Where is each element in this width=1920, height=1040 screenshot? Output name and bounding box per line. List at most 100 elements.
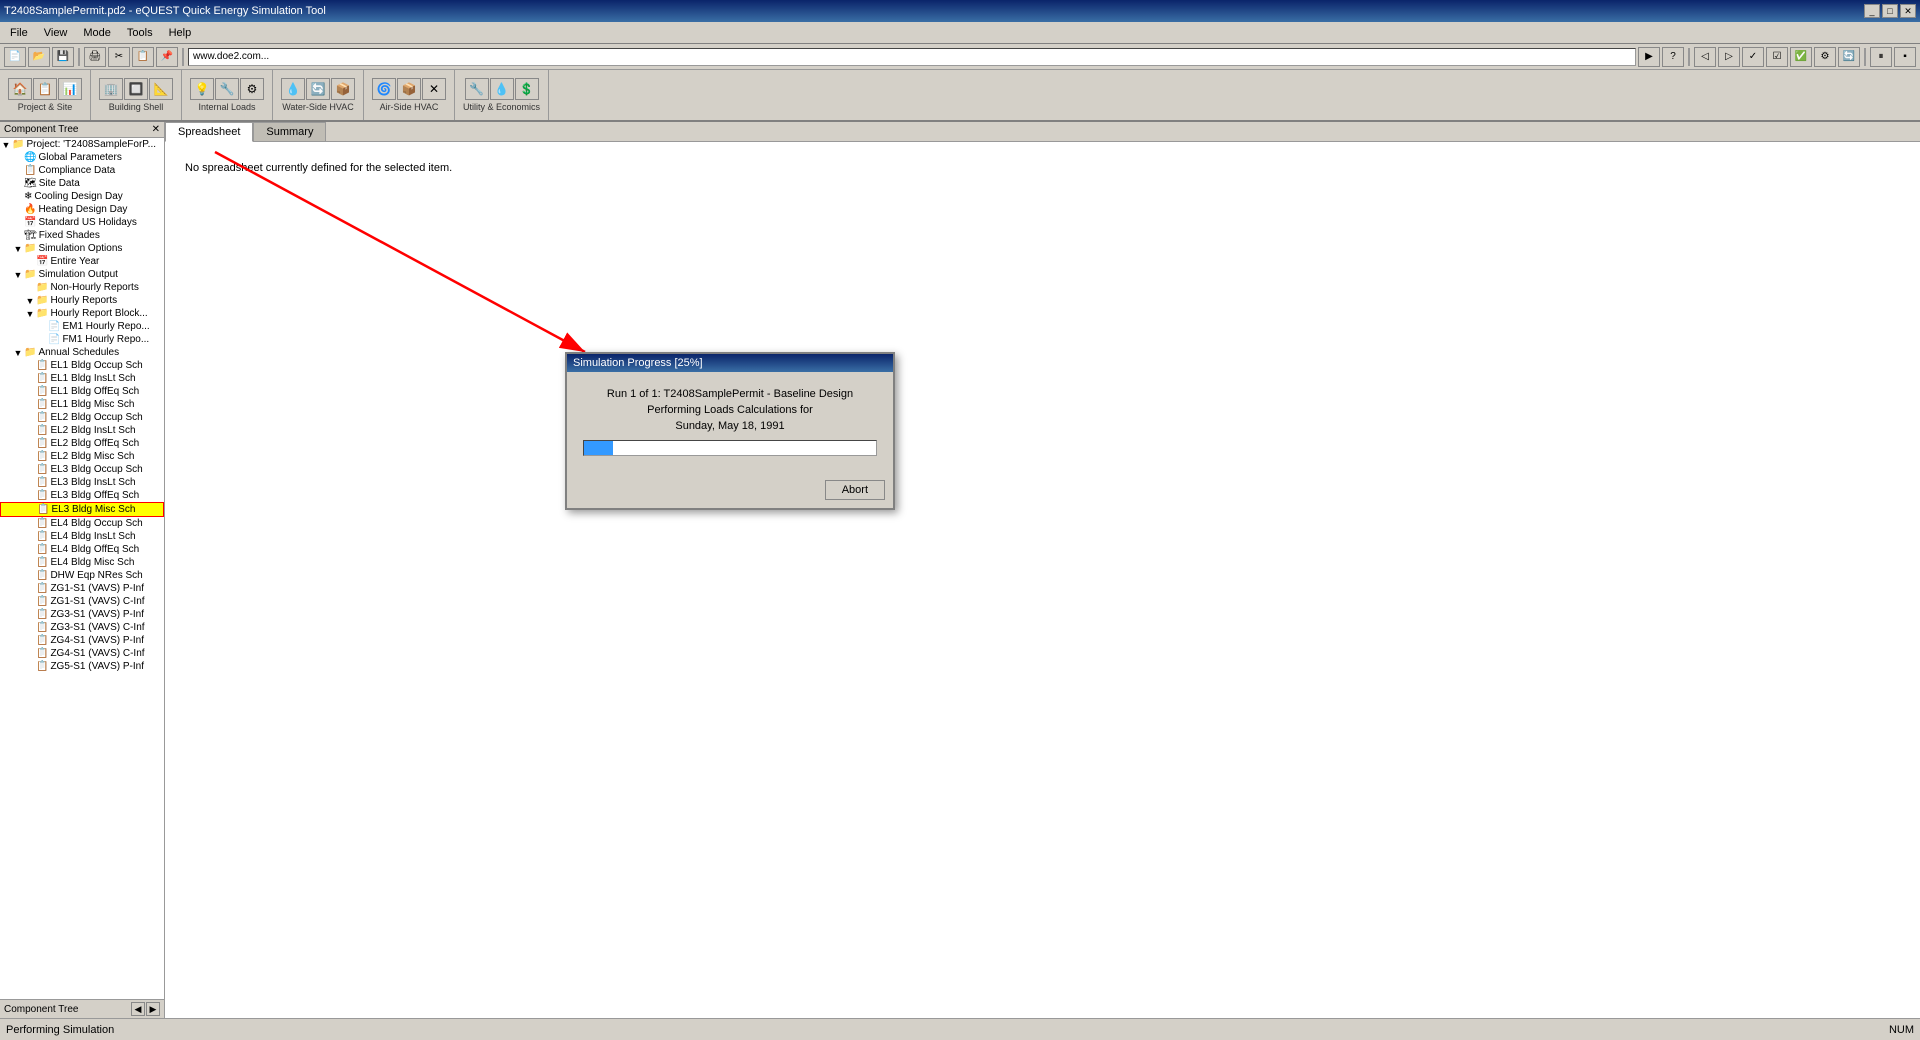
tree-item-holidays[interactable]: 📅Standard US Holidays — [0, 216, 164, 229]
toolbar-b4[interactable]: ☑ — [1766, 47, 1788, 67]
toolbar-air-btn3[interactable]: ✕ — [422, 78, 446, 100]
nav-left[interactable]: ◀ — [131, 1002, 145, 1016]
tree-item-el1occup[interactable]: 📋EL1 Bldg Occup Sch — [0, 359, 164, 372]
toolbar-b3[interactable]: ✓ — [1742, 47, 1764, 67]
tree-item-el1inslt[interactable]: 📋EL1 Bldg InsLt Sch — [0, 372, 164, 385]
tree-item-em1[interactable]: 📄EM1 Hourly Repo... — [0, 320, 164, 333]
tree-item-el3offeq[interactable]: 📋EL3 Bldg OffEq Sch — [0, 489, 164, 502]
toolbar-utility-btn1[interactable]: 🔧 — [465, 78, 489, 100]
tree-item-shades[interactable]: 🏗Fixed Shades — [0, 229, 164, 242]
toolbar-save[interactable]: 💾 — [52, 47, 74, 67]
toolbar-project-btn3[interactable]: 📊 — [58, 78, 82, 100]
tree-item-fm1[interactable]: 📄FM1 Hourly Repo... — [0, 333, 164, 346]
tree-item-el1offeq[interactable]: 📋EL1 Bldg OffEq Sch — [0, 385, 164, 398]
toolbar-loads-btn2[interactable]: 🔧 — [215, 78, 239, 100]
toolbar-water-btn3[interactable]: 📦 — [331, 78, 355, 100]
tree-item-el2occup[interactable]: 📋EL2 Bldg Occup Sch — [0, 411, 164, 424]
tree-container[interactable]: ▼📁Project: 'T2408SampleForP... 🌐Global P… — [0, 138, 164, 999]
toolbar-utility-btn2[interactable]: 💧 — [490, 78, 514, 100]
tree-item-zg3p[interactable]: 📋ZG3-S1 (VAVS) P-Inf — [0, 608, 164, 621]
tree-item-zg5p[interactable]: 📋ZG5-S1 (VAVS) P-Inf — [0, 660, 164, 673]
tree-item-global[interactable]: 🌐Global Parameters — [0, 151, 164, 164]
close-button[interactable]: ✕ — [1900, 4, 1916, 18]
tree-item-nonhourly[interactable]: 📁Non-Hourly Reports — [0, 281, 164, 294]
label-el2inslt: EL2 Bldg InsLt Sch — [50, 425, 135, 436]
toolbar-b6[interactable]: ⚙ — [1814, 47, 1836, 67]
toolbar-loads-btn3[interactable]: ⚙ — [240, 78, 264, 100]
maximize-button[interactable]: □ — [1882, 4, 1898, 18]
tree-item-el2offeq[interactable]: 📋EL2 Bldg OffEq Sch — [0, 437, 164, 450]
tree-item-simoptions[interactable]: ▼📁Simulation Options — [0, 242, 164, 255]
tree-item-zg4c[interactable]: 📋ZG4-S1 (VAVS) C-Inf — [0, 647, 164, 660]
nav-right[interactable]: ▶ — [146, 1002, 160, 1016]
tree-item-el3misc[interactable]: 📋EL3 Bldg Misc Sch — [0, 502, 164, 517]
toolbar-water-btn1[interactable]: 💧 — [281, 78, 305, 100]
menu-help[interactable]: Help — [161, 25, 200, 41]
toolbar-shell-btn1[interactable]: 🏢 — [99, 78, 123, 100]
toolbar-new[interactable]: 📄 — [4, 47, 26, 67]
toolbar-project-btn2[interactable]: 📋 — [33, 78, 57, 100]
tab-spreadsheet[interactable]: Spreadsheet — [165, 122, 253, 142]
toolbar-b2[interactable]: ▷ — [1718, 47, 1740, 67]
toolbar-copy[interactable]: 📋 — [132, 47, 154, 67]
tree-item-el1misc[interactable]: 📋EL1 Bldg Misc Sch — [0, 398, 164, 411]
toolbar-air-btn2[interactable]: 📦 — [397, 78, 421, 100]
tree-item-simoutput[interactable]: ▼📁Simulation Output — [0, 268, 164, 281]
toolbar-project-btn1[interactable]: 🏠 — [8, 78, 32, 100]
title-bar-controls[interactable]: _ □ ✕ — [1864, 4, 1916, 18]
toolbar-print[interactable]: 🖨 — [84, 47, 106, 67]
panel-close[interactable]: ✕ — [152, 124, 160, 135]
toolbar-open[interactable]: 📂 — [28, 47, 50, 67]
toolbar-cut[interactable]: ✂ — [108, 47, 130, 67]
icon-el3occup: 📋 — [36, 464, 48, 475]
tab-summary[interactable]: Summary — [253, 122, 326, 141]
toolbar-b1[interactable]: ◁ — [1694, 47, 1716, 67]
toolbar-utility-btn3[interactable]: 💲 — [515, 78, 539, 100]
tree-item-zg1p[interactable]: 📋ZG1-S1 (VAVS) P-Inf — [0, 582, 164, 595]
toolbar-b7[interactable]: 🔄 — [1838, 47, 1860, 67]
tree-item-hourlyreports[interactable]: ▼📁Hourly Reports — [0, 294, 164, 307]
tree-item-site[interactable]: 🗺Site Data — [0, 177, 164, 190]
tree-item-entireyear[interactable]: 📅Entire Year — [0, 255, 164, 268]
icon-el3offeq: 📋 — [36, 490, 48, 501]
menu-mode[interactable]: Mode — [75, 25, 119, 41]
toolbar-paste[interactable]: 📌 — [156, 47, 178, 67]
menu-view[interactable]: View — [36, 25, 76, 41]
tree-item-el2inslt[interactable]: 📋EL2 Bldg InsLt Sch — [0, 424, 164, 437]
arrow-overlay — [165, 142, 1920, 1018]
toolbar-b8[interactable]: ⏸ — [1870, 47, 1892, 67]
toolbar-water-btn2[interactable]: 🔄 — [306, 78, 330, 100]
tree-item-el4misc[interactable]: 📋EL4 Bldg Misc Sch — [0, 556, 164, 569]
tree-item-el2misc[interactable]: 📋EL2 Bldg Misc Sch — [0, 450, 164, 463]
toolbar-air-btn1[interactable]: 🌀 — [372, 78, 396, 100]
toolbar-shell-btn3[interactable]: 📐 — [149, 78, 173, 100]
tree-item-el3inslt[interactable]: 📋EL3 Bldg InsLt Sch — [0, 476, 164, 489]
tree-item-el4offeq[interactable]: 📋EL4 Bldg OffEq Sch — [0, 543, 164, 556]
tree-item-dhw[interactable]: 📋DHW Eqp NRes Sch — [0, 569, 164, 582]
tree-item-project[interactable]: ▼📁Project: 'T2408SampleForP... — [0, 138, 164, 151]
tree-item-el4inslt[interactable]: 📋EL4 Bldg InsLt Sch — [0, 530, 164, 543]
abort-button[interactable]: Abort — [825, 480, 885, 500]
icon-simoptions: 📁 — [24, 243, 36, 254]
menu-tools[interactable]: Tools — [119, 25, 161, 41]
label-el1inslt: EL1 Bldg InsLt Sch — [50, 373, 135, 384]
menu-file[interactable]: File — [2, 25, 36, 41]
tree-item-compliance[interactable]: 📋Compliance Data — [0, 164, 164, 177]
minimize-button[interactable]: _ — [1864, 4, 1880, 18]
tree-item-zg1c[interactable]: 📋ZG1-S1 (VAVS) C-Inf — [0, 595, 164, 608]
toolbar-shell-btn2[interactable]: 🔲 — [124, 78, 148, 100]
toolbar-b5[interactable]: ✅ — [1790, 47, 1812, 67]
toolbar-b9[interactable]: ▪ — [1894, 47, 1916, 67]
toolbar-loads-btn1[interactable]: 💡 — [190, 78, 214, 100]
tree-item-heating[interactable]: 🔥Heating Design Day — [0, 203, 164, 216]
tree-item-hourlyblock[interactable]: ▼📁Hourly Report Block... — [0, 307, 164, 320]
url-bar[interactable]: www.doe2.com... — [188, 48, 1636, 66]
tree-item-cooling[interactable]: ❄Cooling Design Day — [0, 190, 164, 203]
toolbar-help[interactable]: ? — [1662, 47, 1684, 67]
toolbar-go[interactable]: ▶ — [1638, 47, 1660, 67]
tree-item-annualsched[interactable]: ▼📁Annual Schedules — [0, 346, 164, 359]
tree-item-zg3c[interactable]: 📋ZG3-S1 (VAVS) C-Inf — [0, 621, 164, 634]
tree-item-el4occup[interactable]: 📋EL4 Bldg Occup Sch — [0, 517, 164, 530]
tree-item-el3occup[interactable]: 📋EL3 Bldg Occup Sch — [0, 463, 164, 476]
tree-item-zg4p[interactable]: 📋ZG4-S1 (VAVS) P-Inf — [0, 634, 164, 647]
